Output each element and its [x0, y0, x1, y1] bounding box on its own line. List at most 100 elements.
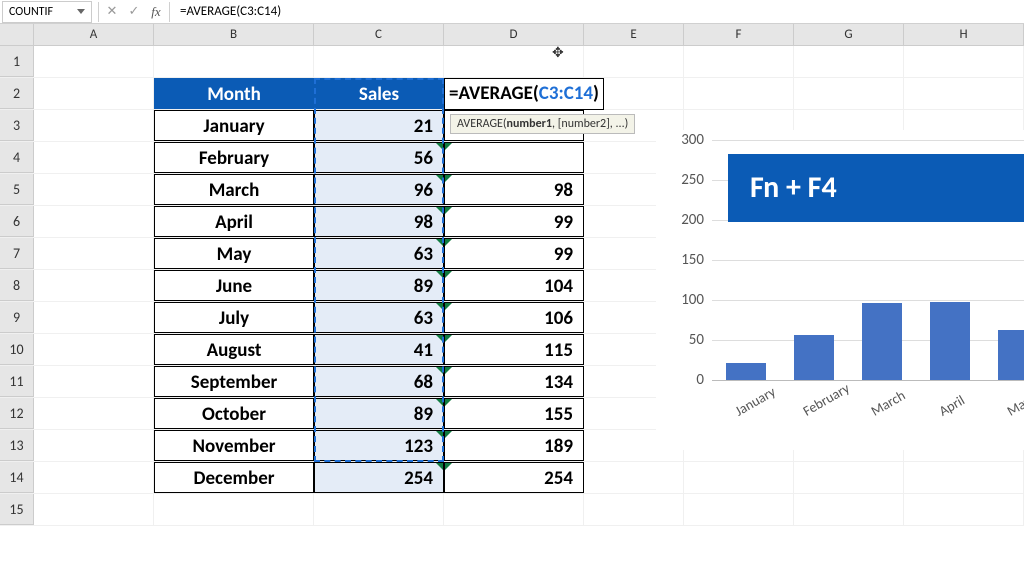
- cell[interactable]: [584, 46, 684, 77]
- cell-month[interactable]: February: [154, 142, 314, 173]
- cell[interactable]: [34, 430, 154, 461]
- cell-average[interactable]: 115: [444, 334, 584, 365]
- cell-editor[interactable]: =AVERAGE(C3:C14): [444, 78, 604, 110]
- cell[interactable]: [34, 78, 154, 109]
- cell[interactable]: [34, 142, 154, 173]
- cell-sales[interactable]: 98: [314, 206, 444, 237]
- cell[interactable]: [34, 206, 154, 237]
- cell[interactable]: [34, 494, 154, 525]
- cell[interactable]: [34, 398, 154, 429]
- col-header-d[interactable]: D: [444, 24, 584, 45]
- cell[interactable]: [444, 494, 584, 525]
- cell[interactable]: [794, 494, 904, 525]
- row-header[interactable]: 9: [0, 302, 34, 333]
- cell[interactable]: [904, 46, 1024, 77]
- cell[interactable]: [34, 334, 154, 365]
- cancel-icon[interactable]: ✕: [101, 4, 123, 19]
- row-header[interactable]: 12: [0, 398, 34, 429]
- row-header[interactable]: 10: [0, 334, 34, 365]
- col-header-g[interactable]: G: [794, 24, 904, 45]
- cell-average[interactable]: 189: [444, 430, 584, 461]
- cell-month[interactable]: December: [154, 462, 314, 493]
- cell[interactable]: [684, 494, 794, 525]
- cell[interactable]: [684, 462, 794, 493]
- cell[interactable]: [794, 46, 904, 77]
- cell-average[interactable]: 106: [444, 302, 584, 333]
- row-header[interactable]: 13: [0, 430, 34, 461]
- col-header-a[interactable]: A: [34, 24, 154, 45]
- cell-average[interactable]: 254: [444, 462, 584, 493]
- cell[interactable]: [904, 78, 1024, 109]
- cell[interactable]: [34, 174, 154, 205]
- cell-month[interactable]: March: [154, 174, 314, 205]
- row-header[interactable]: 2: [0, 78, 34, 109]
- cell[interactable]: [154, 494, 314, 525]
- cell[interactable]: [684, 78, 794, 109]
- cell[interactable]: [34, 46, 154, 77]
- row-header[interactable]: 15: [0, 494, 34, 525]
- cell-sales[interactable]: 21: [314, 110, 444, 141]
- cell-sales[interactable]: 56: [314, 142, 444, 173]
- cell-month[interactable]: November: [154, 430, 314, 461]
- cell[interactable]: [34, 462, 154, 493]
- row-header[interactable]: 11: [0, 366, 34, 397]
- col-header-c[interactable]: C: [314, 24, 444, 45]
- row-header[interactable]: 5: [0, 174, 34, 205]
- table-header-month[interactable]: Month: [154, 78, 314, 109]
- cell-sales[interactable]: 63: [314, 302, 444, 333]
- table-header-sales[interactable]: Sales: [314, 78, 444, 109]
- cell-sales[interactable]: 123: [314, 430, 444, 461]
- cell-sales[interactable]: 96: [314, 174, 444, 205]
- fx-icon[interactable]: fx: [145, 4, 167, 20]
- cell-sales[interactable]: 63: [314, 238, 444, 269]
- cell-sales[interactable]: 89: [314, 270, 444, 301]
- cell[interactable]: [34, 110, 154, 141]
- cell[interactable]: [34, 238, 154, 269]
- cell[interactable]: [34, 270, 154, 301]
- cell-month[interactable]: September: [154, 366, 314, 397]
- row-header[interactable]: 3: [0, 110, 34, 141]
- cell[interactable]: [584, 494, 684, 525]
- confirm-icon[interactable]: ✓: [123, 4, 145, 19]
- cell-month[interactable]: April: [154, 206, 314, 237]
- row-header[interactable]: 4: [0, 142, 34, 173]
- cell-average[interactable]: 134: [444, 366, 584, 397]
- row-header[interactable]: 6: [0, 206, 34, 237]
- select-all-corner[interactable]: [0, 24, 34, 45]
- row-header[interactable]: 1: [0, 46, 34, 77]
- col-header-f[interactable]: F: [684, 24, 794, 45]
- cell-month[interactable]: May: [154, 238, 314, 269]
- col-header-e[interactable]: E: [584, 24, 684, 45]
- cell-month[interactable]: June: [154, 270, 314, 301]
- cell[interactable]: [904, 494, 1024, 525]
- row-header[interactable]: 14: [0, 462, 34, 493]
- cell[interactable]: [904, 462, 1024, 493]
- cell-month[interactable]: October: [154, 398, 314, 429]
- cell-month[interactable]: August: [154, 334, 314, 365]
- cell[interactable]: [314, 46, 444, 77]
- col-header-b[interactable]: B: [154, 24, 314, 45]
- row-header[interactable]: 8: [0, 270, 34, 301]
- cell-sales[interactable]: 89: [314, 398, 444, 429]
- cell-average[interactable]: 155: [444, 398, 584, 429]
- cell[interactable]: [314, 494, 444, 525]
- cell-average[interactable]: 98: [444, 174, 584, 205]
- cell-sales[interactable]: 41: [314, 334, 444, 365]
- cell[interactable]: [584, 462, 684, 493]
- cell[interactable]: [34, 302, 154, 333]
- col-header-h[interactable]: H: [904, 24, 1024, 45]
- row-header[interactable]: 7: [0, 238, 34, 269]
- cell-average[interactable]: [444, 142, 584, 173]
- name-box[interactable]: COUNTIF: [2, 1, 92, 23]
- cell-month[interactable]: January: [154, 110, 314, 141]
- cell[interactable]: [794, 462, 904, 493]
- cell-month[interactable]: July: [154, 302, 314, 333]
- cell[interactable]: [794, 78, 904, 109]
- formula-input[interactable]: =AVERAGE(C3:C14): [172, 1, 1024, 23]
- embedded-chart[interactable]: 050100150200250300 JanuaryFebruaryMarchA…: [656, 130, 1024, 450]
- cell-average[interactable]: 99: [444, 206, 584, 237]
- cell[interactable]: [34, 366, 154, 397]
- cell-sales[interactable]: 68: [314, 366, 444, 397]
- cell[interactable]: [154, 46, 314, 77]
- cell[interactable]: [684, 46, 794, 77]
